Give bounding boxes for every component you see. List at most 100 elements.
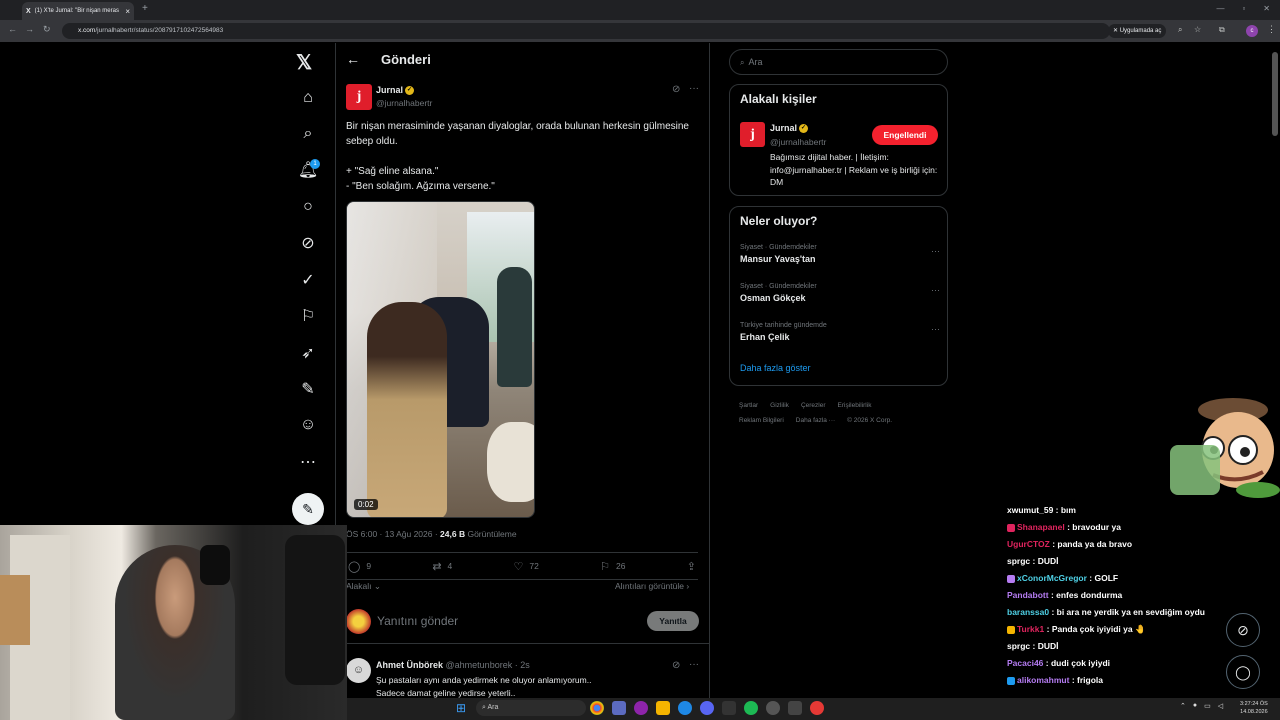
x-logo-icon[interactable]: 𝕏	[296, 50, 312, 75]
rocket-icon[interactable]: ➶	[298, 343, 318, 363]
chat-text: : dudi çok iyiydi	[1045, 658, 1111, 668]
taskbar-search[interactable]: ⌕ Ara	[476, 700, 586, 716]
author-avatar[interactable]: j	[346, 84, 372, 110]
more-options-icon[interactable]: ···	[931, 285, 940, 295]
reply-input[interactable]: Yanıtını gönder	[377, 614, 458, 628]
chat-badge-icon	[1007, 574, 1015, 583]
reply-action[interactable]: ◯ 9	[348, 560, 371, 573]
app-icon[interactable]	[810, 701, 824, 715]
clock[interactable]: 3:27:24 ÖS 14.08.2026	[1240, 700, 1268, 716]
footer-link[interactable]: Erişilebilirlik	[838, 402, 872, 409]
app-icon[interactable]	[678, 701, 692, 715]
related-name[interactable]: Jurnal ✓	[770, 123, 809, 134]
reply-button[interactable]: Yanıtla	[647, 611, 699, 631]
commenter-name[interactable]: Ahmet Ünbörek @ahmetunborek · 2s	[376, 660, 530, 670]
mic-icon[interactable]: ●	[1193, 702, 1197, 710]
windows-start-icon[interactable]: ⊞	[456, 701, 466, 715]
open-in-app-button[interactable]: ✕ Uygulamada aç	[1108, 24, 1167, 38]
footer-link[interactable]: Gizlilik	[770, 402, 789, 409]
star-icon[interactable]: ☆	[1194, 25, 1201, 34]
more-options-icon[interactable]: ···	[931, 246, 940, 256]
related-handle[interactable]: @jurnalhabertr	[770, 137, 826, 147]
volume-icon[interactable]: ◁	[1218, 702, 1223, 710]
user-avatar[interactable]	[346, 609, 371, 634]
author-name[interactable]: Jurnal ✓	[376, 85, 415, 96]
grok-icon[interactable]: ○	[298, 197, 318, 217]
folder-icon[interactable]	[656, 701, 670, 715]
repost-action[interactable]: ⇄ 4	[432, 560, 452, 573]
more-options-icon[interactable]: ···	[689, 659, 699, 670]
chevron-up-icon[interactable]: ⌃	[1180, 702, 1186, 710]
scrollbar[interactable]	[1272, 52, 1278, 136]
author-handle[interactable]: @jurnalhabertr	[376, 98, 432, 108]
compose-button[interactable]: ✎	[292, 493, 324, 525]
page-title: Gönderi	[381, 52, 431, 67]
more-options-icon[interactable]: ···	[931, 324, 940, 334]
chat-username: alikomahmut	[1017, 675, 1070, 685]
commenter-avatar[interactable]: ☺	[346, 658, 371, 683]
back-arrow-icon[interactable]: ←	[346, 51, 360, 67]
x-favicon-icon: X	[26, 7, 31, 15]
reload-icon[interactable]: ↻	[43, 24, 51, 35]
open-in-app-label: Uygulamada aç	[1119, 28, 1162, 34]
bookmark-icon[interactable]: ⚐	[298, 306, 318, 326]
zoom-icon[interactable]: ⌕	[1178, 25, 1182, 35]
articles-icon[interactable]: ✎	[298, 379, 318, 399]
related-dropdown[interactable]: Alakalı ⌄	[346, 581, 381, 592]
grok-slash-icon[interactable]: ⊘	[298, 233, 318, 253]
profile-icon[interactable]: ☺	[298, 415, 318, 435]
tweet-text-line: + "Sağ eline alsana."	[346, 166, 439, 177]
app-icon[interactable]	[612, 701, 626, 715]
url-field[interactable]: x.com/jurnalhabertr/status/2087917102472…	[62, 23, 1110, 39]
chat-username: baranssa0	[1007, 607, 1050, 617]
browser-menu-icon[interactable]: ⋮	[1267, 24, 1276, 35]
tweet-video[interactable]: 0:02	[346, 201, 535, 518]
blocked-button[interactable]: Engellendi	[872, 125, 938, 145]
new-tab-icon[interactable]: +	[142, 3, 148, 14]
trend-name: Mansur Yavaş'tan	[740, 254, 816, 264]
forward-icon[interactable]: →	[25, 24, 34, 34]
search-icon[interactable]: ⌕	[298, 124, 318, 144]
close-icon[interactable]: ×	[125, 7, 130, 16]
bookmark-action[interactable]: ⚐ 26	[600, 560, 625, 573]
profile-avatar[interactable]: c	[1246, 25, 1258, 37]
messages-fab-icon[interactable]: ◯	[1226, 655, 1260, 689]
grok-explain-icon[interactable]: ⊘	[672, 660, 680, 671]
footer-link[interactable]: Çerezler	[801, 402, 826, 409]
show-more-link[interactable]: Daha fazla göster	[740, 363, 811, 373]
chat-text: : frigola	[1071, 675, 1103, 685]
grok-explain-icon[interactable]: ⊘	[672, 84, 680, 95]
home-icon[interactable]: ⌂	[298, 88, 318, 108]
extensions-icon[interactable]: ⧉	[1219, 25, 1225, 35]
footer-link[interactable]: Reklam Bilgileri	[739, 417, 784, 424]
maximize-icon[interactable]: ▫	[1242, 4, 1245, 13]
chat-text: : panda ya da bravo	[1052, 539, 1133, 549]
related-avatar[interactable]: j	[740, 122, 765, 147]
view-quotes-link[interactable]: Alıntıları görüntüle ›	[615, 581, 689, 591]
app-icon[interactable]	[722, 701, 736, 715]
chat-username: xwumut_59	[1007, 505, 1054, 515]
minimize-icon[interactable]: —	[1216, 4, 1224, 13]
app-icon[interactable]	[766, 701, 780, 715]
search-input[interactable]: ⌕ Ara	[729, 49, 948, 75]
trend-item[interactable]: Siyaset · Gündemdekiler Mansur Yavaş'tan…	[740, 244, 940, 264]
more-options-icon[interactable]: ···	[689, 83, 699, 94]
trend-item[interactable]: Türkiye tarihinde gündemde Erhan Çelik ·…	[740, 322, 940, 342]
share-action[interactable]: ⇪	[687, 560, 696, 573]
like-action[interactable]: ♡ 72	[514, 560, 539, 573]
chrome-icon[interactable]	[590, 701, 604, 715]
grok-fab-icon[interactable]: ⊘	[1226, 613, 1260, 647]
network-icon[interactable]: ▭	[1204, 702, 1211, 710]
close-window-icon[interactable]: ✕	[1263, 4, 1270, 13]
back-icon[interactable]: ←	[8, 24, 17, 34]
spotify-icon[interactable]	[744, 701, 758, 715]
footer-link[interactable]: Daha fazla ···	[796, 417, 835, 424]
browser-tab[interactable]: X (1) X'te Jurnal: "Bir nişan meras ×	[22, 2, 134, 20]
more-icon[interactable]: ⋯	[298, 452, 318, 472]
verified-icon[interactable]: ✓	[298, 270, 318, 290]
app-icon[interactable]	[634, 701, 648, 715]
trend-item[interactable]: Siyaset · Gündemdekiler Osman Gökçek ···	[740, 283, 940, 303]
footer-link[interactable]: Şartlar	[739, 402, 758, 409]
discord-icon[interactable]	[700, 701, 714, 715]
app-icon[interactable]	[788, 701, 802, 715]
